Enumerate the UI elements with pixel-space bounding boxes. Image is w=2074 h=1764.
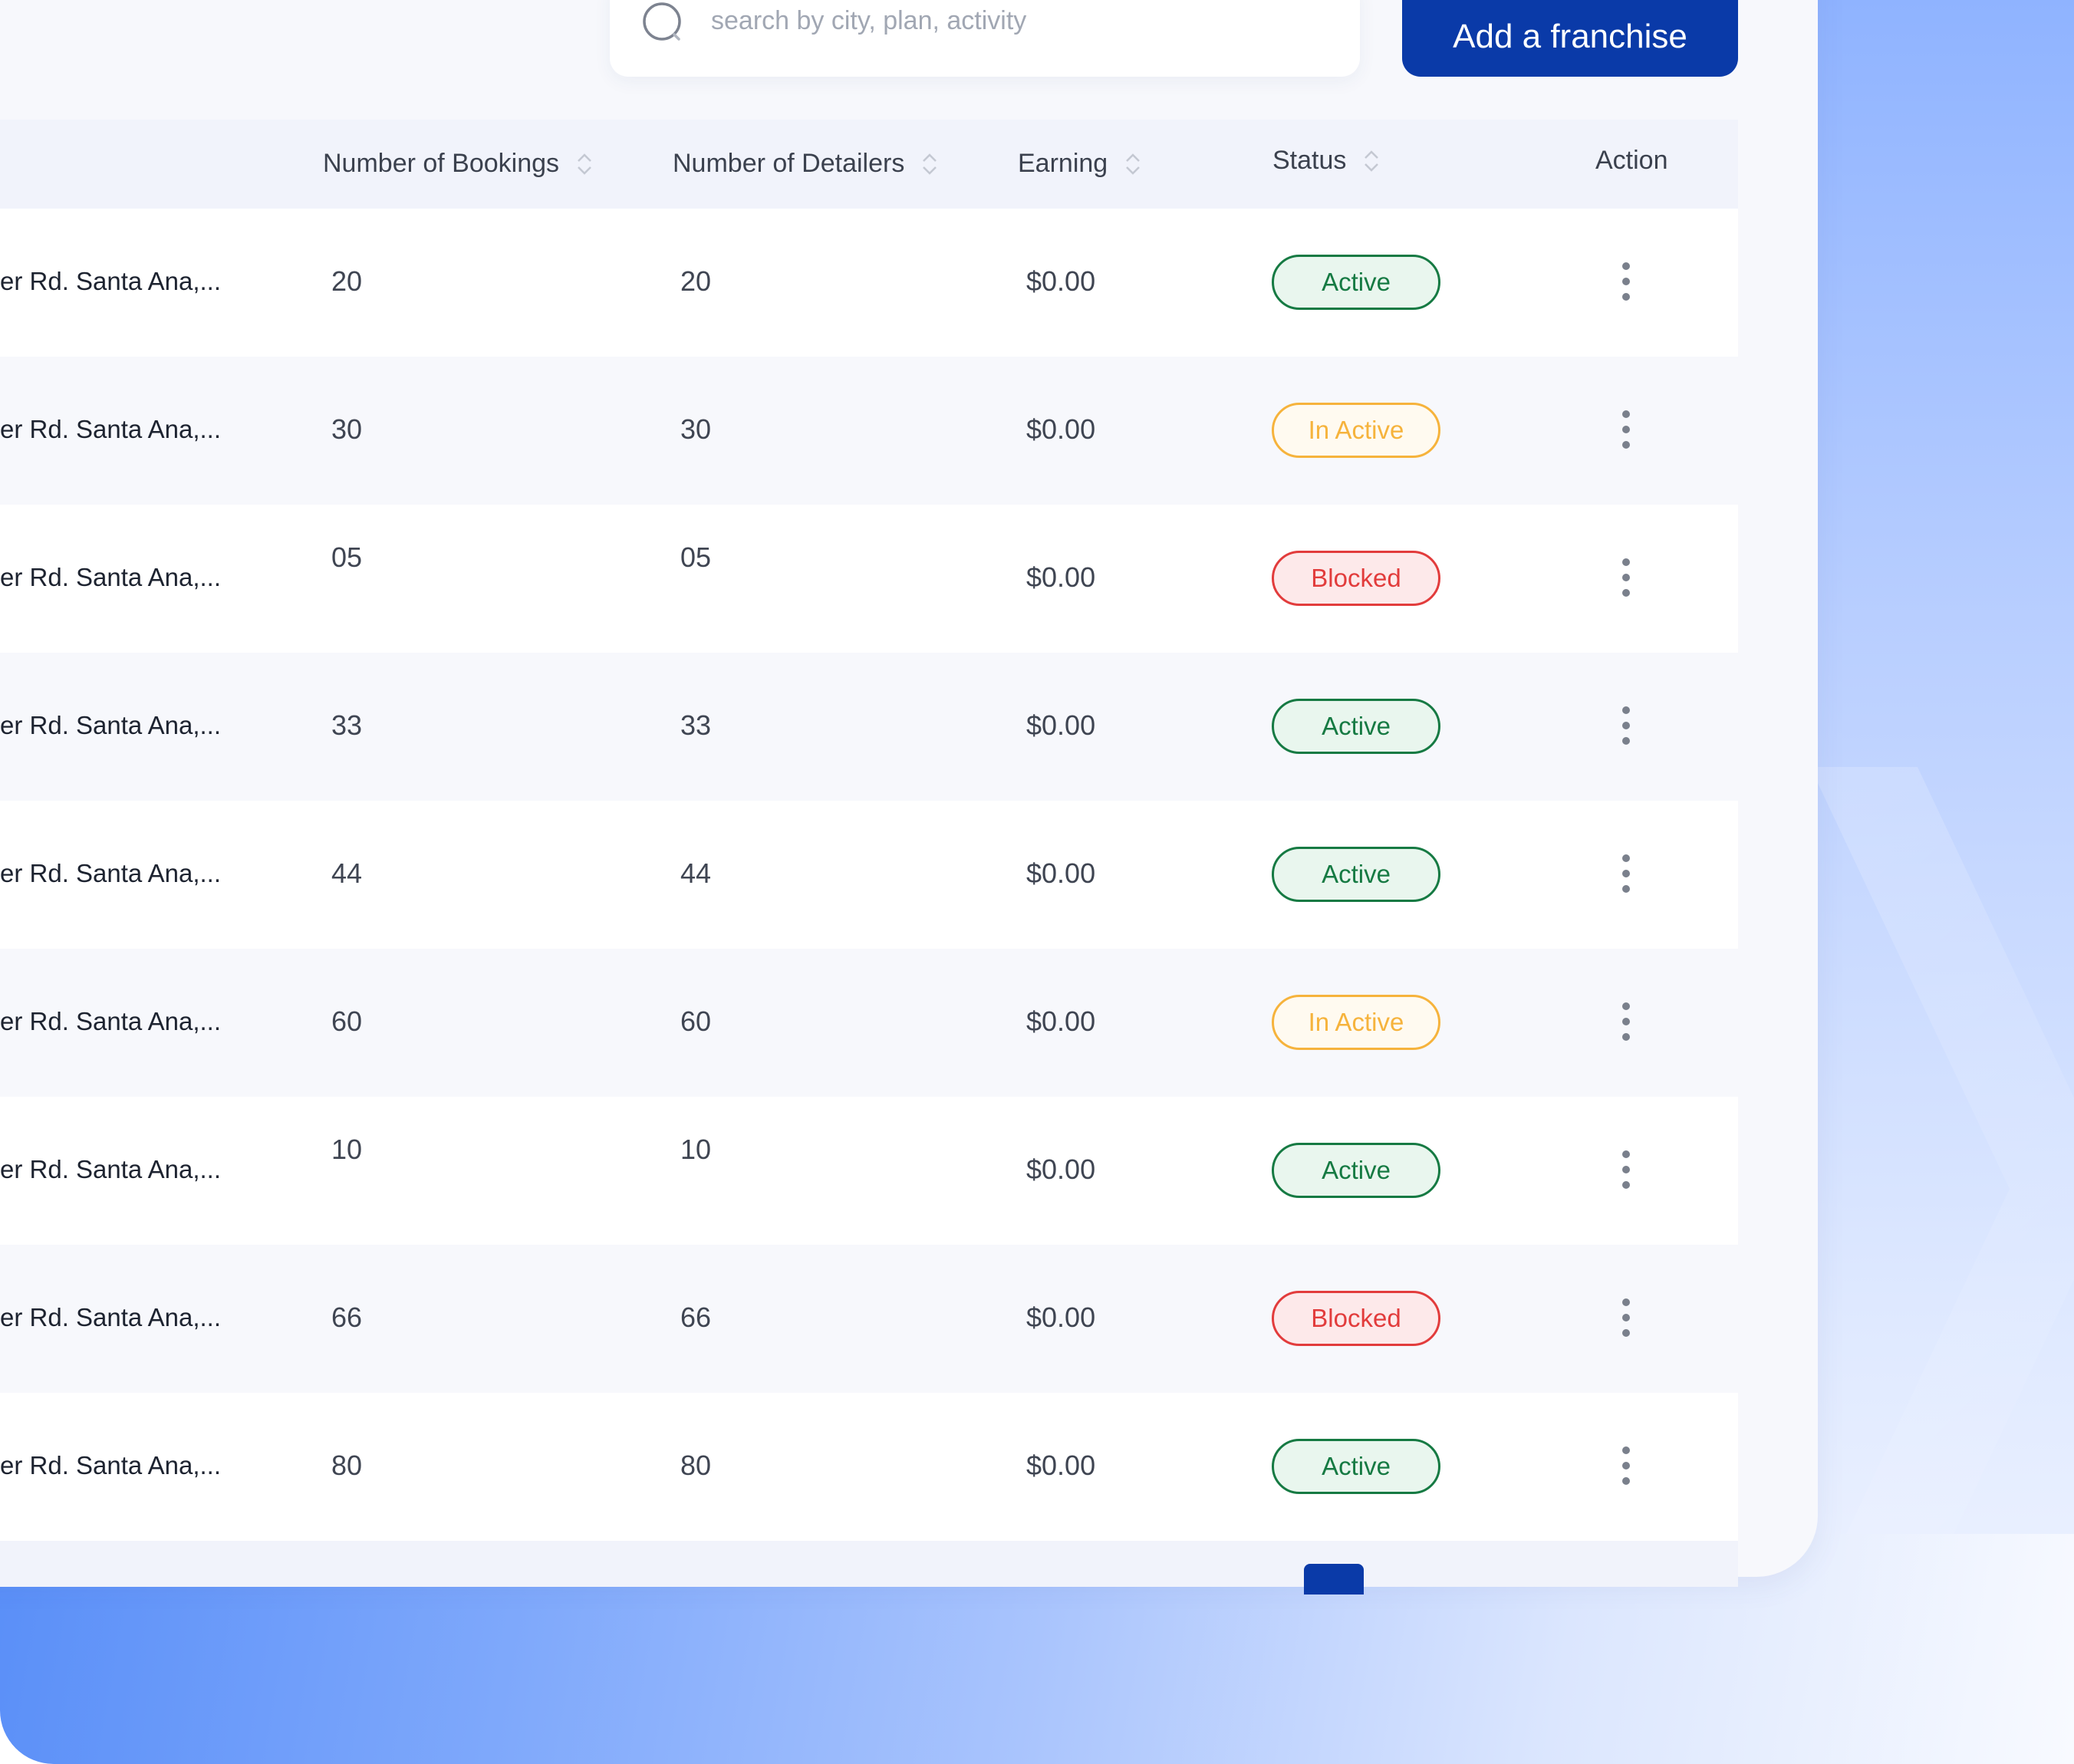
column-header-earning[interactable]: Earning	[1018, 149, 1141, 179]
detailers-cell: 05	[680, 541, 712, 573]
bookings-cell: 80	[331, 1450, 363, 1481]
search-input[interactable]: search by city, plan, activity	[610, 0, 1360, 77]
search-icon	[643, 2, 681, 41]
kebab-menu-icon[interactable]	[1617, 706, 1635, 752]
kebab-menu-icon[interactable]	[1617, 1150, 1635, 1196]
earning-cell: $0.00	[1026, 265, 1096, 297]
pagination-active-page[interactable]	[1304, 1564, 1364, 1595]
column-label-detailers: Number of Detailers	[673, 149, 905, 178]
address-cell: er Rd. Santa Ana,...	[0, 1451, 222, 1479]
kebab-menu-icon[interactable]	[1617, 1002, 1635, 1048]
status-badge: Active	[1272, 847, 1440, 902]
bookings-cell: 05	[331, 541, 363, 573]
address-cell: er Rd. Santa Ana,...	[0, 1007, 222, 1035]
status-badge: Active	[1272, 699, 1440, 754]
bookings-cell: 20	[331, 265, 363, 297]
franchise-panel: search by city, plan, activity Add a fra…	[0, 0, 1818, 1595]
table-row[interactable]: er Rd. Santa Ana,... 44 44 $0.00 Active	[0, 801, 1738, 949]
detailers-cell: 66	[680, 1302, 712, 1333]
status-badge: In Active	[1272, 403, 1440, 458]
table-row[interactable]: er Rd. Santa Ana,... 20 20 $0.00 Active	[0, 209, 1738, 357]
column-label-earning: Earning	[1018, 149, 1108, 178]
address-cell: er Rd. Santa Ana,...	[0, 1303, 222, 1331]
status-badge: Active	[1272, 1143, 1440, 1198]
earning-cell: $0.00	[1026, 709, 1096, 741]
column-header-detailers[interactable]: Number of Detailers	[673, 149, 938, 179]
earning-cell: $0.00	[1026, 413, 1096, 445]
earning-cell: $0.00	[1026, 1450, 1096, 1481]
kebab-menu-icon[interactable]	[1617, 410, 1635, 456]
sort-icon	[923, 153, 937, 175]
earning-cell: $0.00	[1026, 1154, 1096, 1185]
kebab-menu-icon[interactable]	[1617, 558, 1635, 604]
bookings-cell: 33	[331, 709, 363, 741]
table-row[interactable]: er Rd. Santa Ana,... 66 66 $0.00 Blocked	[0, 1245, 1738, 1393]
status-badge: Active	[1272, 1439, 1440, 1494]
kebab-menu-icon[interactable]	[1617, 854, 1635, 900]
column-header-status[interactable]: Status	[1272, 146, 1380, 176]
franchise-table: Number of Bookings Number of Detailers E…	[0, 120, 1738, 1595]
address-cell: er Rd. Santa Ana,...	[0, 859, 222, 887]
address-cell: er Rd. Santa Ana,...	[0, 563, 222, 591]
column-label-action: Action	[1595, 146, 1668, 175]
table-row[interactable]: er Rd. Santa Ana,... 80 80 $0.00 Active	[0, 1393, 1738, 1541]
bookings-cell: 60	[331, 1005, 363, 1037]
detailers-cell: 30	[680, 413, 712, 445]
column-label-bookings: Number of Bookings	[323, 149, 560, 178]
detailers-cell: 80	[680, 1450, 712, 1481]
sort-icon	[578, 153, 591, 175]
bookings-cell: 66	[331, 1302, 363, 1333]
address-cell: er Rd. Santa Ana,...	[0, 267, 222, 295]
detailers-cell: 10	[680, 1134, 712, 1165]
status-badge: Blocked	[1272, 551, 1440, 606]
table-row[interactable]: er Rd. Santa Ana,... 10 10 $0.00 Active	[0, 1097, 1738, 1245]
earning-cell: $0.00	[1026, 1302, 1096, 1333]
status-badge: Active	[1272, 255, 1440, 310]
sort-icon	[1365, 150, 1379, 172]
detailers-cell: 33	[680, 709, 712, 741]
bookings-cell: 30	[331, 413, 363, 445]
detailers-cell: 20	[680, 265, 712, 297]
earning-cell: $0.00	[1026, 1005, 1096, 1037]
add-franchise-button[interactable]: Add a franchise	[1402, 0, 1738, 77]
search-placeholder: search by city, plan, activity	[711, 6, 1027, 35]
column-label-status: Status	[1272, 146, 1347, 175]
table-row[interactable]: er Rd. Santa Ana,... 60 60 $0.00 In Active	[0, 949, 1738, 1097]
table-footer	[0, 1541, 1738, 1595]
bookings-cell: 10	[331, 1134, 363, 1165]
address-cell: er Rd. Santa Ana,...	[0, 711, 222, 739]
kebab-menu-icon[interactable]	[1617, 1298, 1635, 1344]
kebab-menu-icon[interactable]	[1617, 1446, 1635, 1492]
table-header: Number of Bookings Number of Detailers E…	[0, 120, 1738, 209]
detailers-cell: 44	[680, 857, 712, 889]
bookings-cell: 44	[331, 857, 363, 889]
table-row[interactable]: er Rd. Santa Ana,... 30 30 $0.00 In Active	[0, 357, 1738, 505]
earning-cell: $0.00	[1026, 561, 1096, 593]
kebab-menu-icon[interactable]	[1617, 262, 1635, 308]
sort-icon	[1126, 153, 1141, 175]
table-row[interactable]: er Rd. Santa Ana,... 05 05 $0.00 Blocked	[0, 505, 1738, 653]
address-cell: er Rd. Santa Ana,...	[0, 1155, 222, 1183]
table-body: er Rd. Santa Ana,... 20 20 $0.00 Active er Rd…	[0, 209, 1738, 1541]
status-badge: In Active	[1272, 995, 1440, 1050]
status-badge: Blocked	[1272, 1291, 1440, 1346]
table-row[interactable]: er Rd. Santa Ana,... 33 33 $0.00 Active	[0, 653, 1738, 801]
column-header-action: Action	[1595, 146, 1668, 176]
earning-cell: $0.00	[1026, 857, 1096, 889]
detailers-cell: 60	[680, 1005, 712, 1037]
address-cell: er Rd. Santa Ana,...	[0, 415, 222, 443]
column-header-bookings[interactable]: Number of Bookings	[323, 149, 593, 179]
